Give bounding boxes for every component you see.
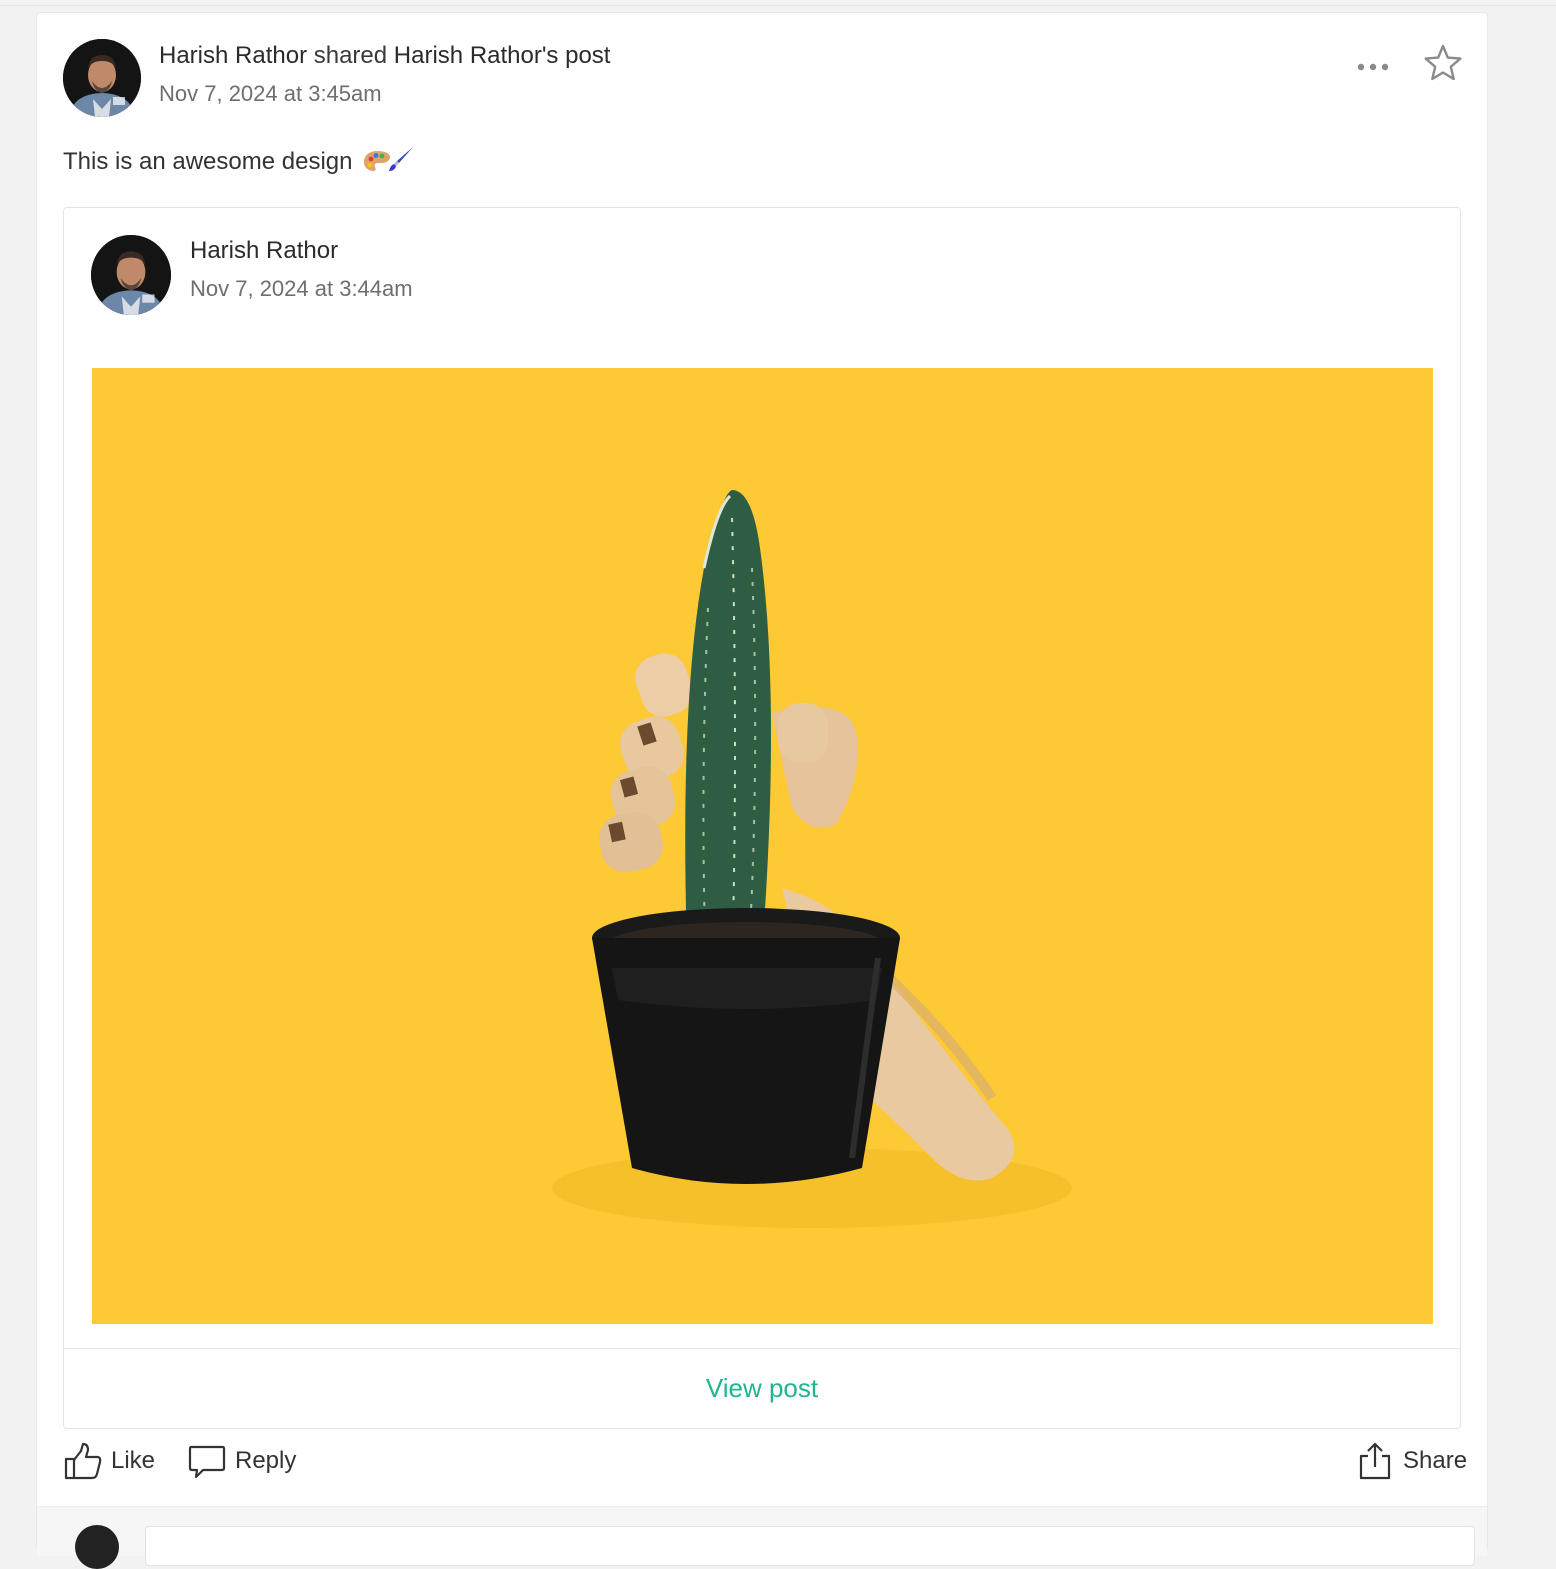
shared-author-avatar-image	[91, 235, 171, 315]
more-horizontal-icon	[1357, 63, 1389, 71]
author-avatar-image	[63, 39, 141, 117]
more-options-button[interactable]	[1353, 55, 1393, 79]
shared-post-timestamp[interactable]: Nov 7, 2024 at 3:44am	[190, 275, 413, 303]
cactus-image	[92, 368, 1433, 1324]
like-label: Like	[111, 1447, 156, 1474]
like-button[interactable]: Like	[63, 1441, 155, 1481]
post-header-line: Harish Rathor shared Harish Rathor's pos…	[159, 41, 610, 71]
share-button[interactable]: Share	[1355, 1441, 1467, 1481]
post-body: This is an awesome design	[63, 145, 415, 181]
reply-button[interactable]: Reply	[187, 1441, 296, 1481]
share-upload-icon	[1359, 1442, 1391, 1480]
post-timestamp[interactable]: Nov 7, 2024 at 3:45am	[159, 80, 382, 108]
author-name-link[interactable]: Harish Rathor	[159, 42, 307, 69]
share-label: Share	[1403, 1447, 1468, 1474]
shared-author-name[interactable]: Harish Rathor	[190, 236, 338, 266]
activity-post-card: Harish Rathor shared Harish Rathor's pos…	[36, 12, 1488, 1569]
reply-label: Reply	[235, 1447, 297, 1474]
author-avatar[interactable]	[63, 39, 141, 117]
post-body-text: This is an awesome design	[63, 148, 353, 175]
shared-post-owner-link[interactable]: Harish Rathor's post	[394, 42, 611, 69]
favorite-button[interactable]	[1423, 43, 1463, 83]
shared-verb: shared	[313, 42, 388, 69]
view-post-link[interactable]: View post	[706, 1371, 818, 1405]
paintbrush-icon	[387, 145, 415, 181]
shared-author-avatar[interactable]	[91, 235, 171, 315]
shared-post-embed[interactable]: Harish Rathor Nov 7, 2024 at 3:44am View…	[63, 207, 1461, 1429]
thumbs-up-icon	[64, 1442, 102, 1480]
page-top-divider	[0, 0, 1556, 6]
composer-avatar	[75, 1525, 119, 1569]
reply-input[interactable]	[145, 1526, 1475, 1566]
shared-author-name-text: Harish Rathor	[190, 237, 339, 264]
view-post-bar: View post	[64, 1348, 1460, 1428]
star-outline-icon	[1424, 44, 1462, 81]
speech-bubble-icon	[188, 1445, 226, 1479]
shared-post-image[interactable]	[92, 368, 1433, 1324]
